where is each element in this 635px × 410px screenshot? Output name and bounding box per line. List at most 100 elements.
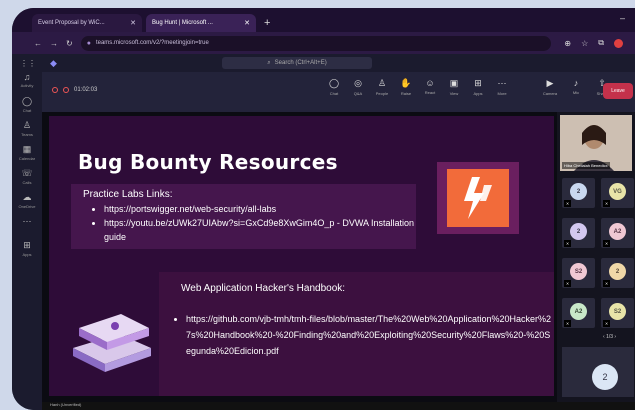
view-button[interactable]: ▣ View [444, 78, 464, 96]
practice-link: https://youtu.be/zUWk27UIAbw?si=GxCd9e8X… [104, 216, 422, 244]
mic-off-icon: ✕ [564, 280, 571, 287]
record-icon [63, 87, 69, 93]
qa-icon: ◎ [354, 78, 362, 88]
tab-label: Event Proposal by WiC... [38, 20, 105, 26]
url-text: teams.microsoft.com/v2/?meetingjoin=true [95, 40, 209, 46]
new-tab-button[interactable]: + [264, 17, 270, 29]
avatar: 2 [570, 183, 587, 200]
lightning-icon [447, 169, 509, 227]
handbook-link: https://github.com/vjb-tmh/tmh-files/blo… [186, 311, 554, 359]
address-bar-row: ← → ↻ ● teams.microsoft.com/v2/?meetingj… [12, 32, 635, 54]
rail-item-onedrive[interactable]: ☁ OneDrive [12, 192, 42, 216]
phone-icon: ☏ [21, 168, 33, 178]
browser-window: Event Proposal by WiC... ✕ Bug Hunt | Mi… [12, 8, 635, 410]
self-video-tile[interactable]: Hiba Chellaiah Benedicx [560, 115, 632, 171]
rail-item-activity[interactable]: ♫ Activity [12, 72, 42, 96]
mic-off-icon: ✕ [603, 280, 610, 287]
record-icon [52, 87, 58, 93]
practice-labs-box: Practice Labs Links: https://portswigger… [71, 184, 416, 249]
close-icon[interactable]: ✕ [244, 19, 250, 27]
rail-item-teams[interactable]: ♙ Teams [12, 120, 42, 144]
slide-title: Bug Bounty Resources [78, 150, 338, 174]
avatar: S2 [570, 263, 587, 280]
reload-icon[interactable]: ↻ [66, 39, 73, 48]
back-icon[interactable]: ← [34, 39, 42, 48]
tab-label: Bug Hunt | Microsoft ... [152, 20, 213, 26]
tab-bar: Event Proposal by WiC... ✕ Bug Hunt | Mi… [12, 8, 635, 32]
rail-item-calendar[interactable]: ▦ Calendar [12, 144, 42, 168]
people-icon: ♙ [377, 78, 387, 88]
tab-bug-hunt[interactable]: Bug Hunt | Microsoft ... ✕ [146, 14, 256, 32]
participant-tile[interactable]: S2 ✕ [562, 258, 595, 288]
app-rail: ♫ Activity ◯ Chat ♙ Teams ▦ Calendar ☏ Calls … [12, 72, 42, 410]
participant-pager[interactable]: ‹ 1/3 › [603, 334, 616, 340]
leave-button[interactable]: Leave [603, 83, 633, 99]
status-text: Hanh (Unverified) [50, 402, 82, 407]
meeting-toolbar: 01:02:03 ◯ Chat ◎ Q&A ♙ People ✋ Raise ☺ Reac… [42, 72, 635, 112]
participant-tile[interactable]: VG ✕ [601, 178, 634, 208]
avatar: VG [609, 183, 626, 200]
zoom-icon[interactable]: ⊕ [564, 39, 571, 48]
more-button[interactable]: ⋯ More [492, 78, 512, 96]
practice-links-list: https://portswigger.net/web-security/all… [89, 202, 422, 244]
participant-tile[interactable]: 2 ✕ [562, 178, 595, 208]
books-illustration [67, 296, 157, 378]
people-button[interactable]: ♙ People [372, 78, 392, 96]
teams-icon: ♙ [22, 120, 32, 130]
view-icon: ▣ [449, 78, 459, 88]
search-input[interactable]: ⌕ Search (Ctrl+Alt+E) [222, 57, 372, 69]
avatar: A2 [609, 223, 626, 240]
bell-icon: ♫ [23, 72, 31, 82]
participant-tile[interactable]: S2 ✕ [601, 298, 634, 328]
extensions-icon[interactable]: ⧉ [598, 38, 604, 48]
mic-off-icon: ✕ [564, 240, 571, 247]
profile-avatar[interactable] [614, 38, 623, 48]
raise-hand-button[interactable]: ✋ Raise [396, 78, 416, 96]
teams-favicon-icon: ● [86, 39, 91, 47]
mic-button[interactable]: ♪ Mic [566, 78, 586, 96]
apps-icon: ⊞ [23, 240, 31, 250]
participant-tile[interactable]: 2 ✕ [562, 218, 595, 248]
bookmark-star-icon[interactable]: ☆ [581, 39, 588, 48]
chat-button[interactable]: ◯ Chat [324, 78, 344, 96]
rail-item-chat[interactable]: ◯ Chat [12, 96, 42, 120]
featured-avatar: 2 [592, 364, 618, 390]
participant-tile[interactable]: 2 ✕ [601, 258, 634, 288]
handbook-heading: Web Application Hacker's Handbook: [181, 283, 346, 294]
avatar: A2 [570, 303, 587, 320]
app-launcher-icon[interactable]: ⋮⋮ [20, 59, 36, 68]
raise-hand-icon: ✋ [400, 78, 412, 88]
mic-off-icon: ✕ [603, 240, 610, 247]
meeting-timer: 01:02:03 [52, 87, 97, 93]
rail-item-calls[interactable]: ☏ Calls [12, 168, 42, 192]
react-button[interactable]: ☺ React [420, 78, 440, 96]
practice-link: https://portswigger.net/web-security/all… [104, 202, 422, 216]
url-input[interactable]: ● teams.microsoft.com/v2/?meetingjoin=tr… [80, 35, 551, 51]
apps-icon: ⊞ [474, 78, 482, 88]
mic-off-icon: ✕ [603, 200, 610, 207]
teams-logo-icon: ◆ [50, 57, 57, 68]
participant-tile[interactable]: A2 ✕ [562, 298, 595, 328]
presentation-slide: Bug Bounty Resources Practice Labs Links… [49, 116, 554, 396]
teams-header: ⋮⋮ ◆ ⌕ Search (Ctrl+Alt+E) [12, 54, 635, 72]
self-name: Hiba Chellaiah Benedicx [562, 162, 610, 169]
qa-button[interactable]: ◎ Q&A [348, 78, 368, 96]
rail-item-more[interactable]: ⋯ [12, 216, 42, 240]
rail-item-apps[interactable]: ⊞ Apps [12, 240, 42, 264]
chevron-right-icon[interactable]: › [614, 334, 616, 340]
chat-icon: ◯ [21, 96, 33, 106]
mic-icon: ♪ [573, 78, 579, 88]
apps-button[interactable]: ⊞ Apps [468, 78, 488, 96]
search-placeholder: Search (Ctrl+Alt+E) [274, 60, 327, 66]
camera-button[interactable]: ▶ Camera [540, 78, 560, 96]
close-icon[interactable]: ✕ [130, 19, 136, 27]
leave-label: Leave [611, 88, 625, 94]
cloud-icon: ☁ [22, 192, 32, 202]
shared-screen: Bug Bounty Resources Practice Labs Links… [42, 112, 557, 402]
tab-event-proposal[interactable]: Event Proposal by WiC... ✕ [32, 14, 142, 32]
avatar: 2 [570, 223, 587, 240]
minimize-icon[interactable]: – [620, 13, 625, 23]
camera-icon: ▶ [546, 78, 554, 88]
forward-icon[interactable]: → [50, 39, 58, 48]
participant-tile[interactable]: A2 ✕ [601, 218, 634, 248]
